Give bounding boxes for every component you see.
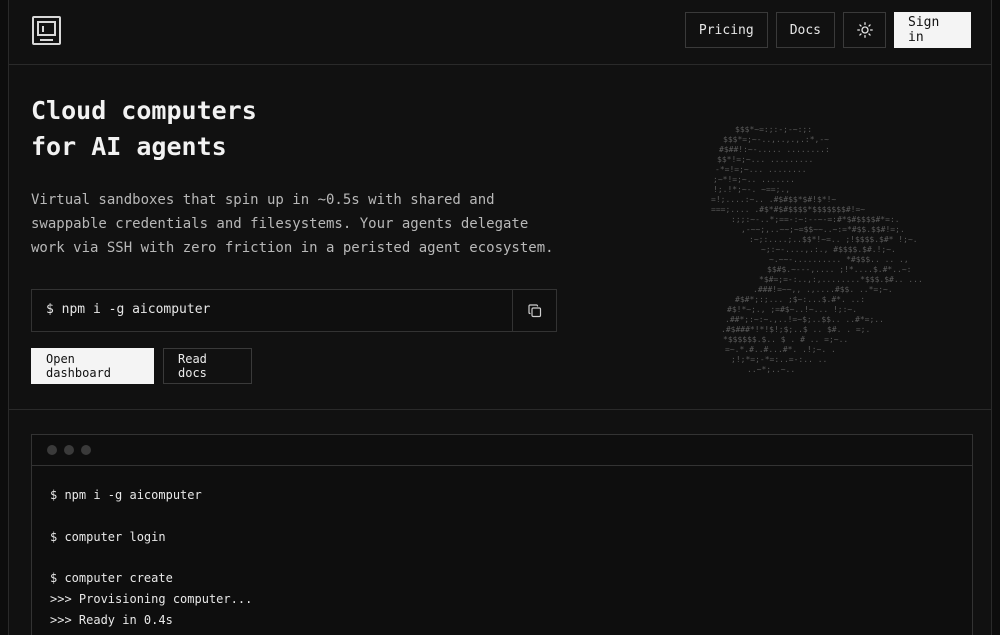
hero-title-line2: for AI agents [31,132,227,161]
svg-text:~.~~-.......... *#$$$..: ~.~~-.......... *#$$$.. .. ., [769,255,909,264]
svg-text::;;:~-..*;==-:~:--~-=:#*$#$$$$: :;;:~-..*;==-:~:--~-=:#*$#$$$$#*=:. [731,215,900,224]
copy-button[interactable] [512,290,556,331]
terminal-title-bar [32,435,972,466]
svg-text::~;:....;..$$*!~=.. ;!$$$$.: :~;:....;..$$*!~=.. ;!$$$$.$#* !;~. [749,235,918,244]
svg-text:.##*;:~:~.,..!=~$;..$$.. ..#*=: .##*;:~:~.,..!=~$;..$$.. ..#*=;.. [725,315,884,324]
hero-section: Cloud computers for AI agents Virtual sa… [9,65,991,410]
hero-subtitle-line1: Virtual sandboxes that spin up in ~0.5s … [31,192,495,208]
terminal-line-login: $ computer login [50,530,166,544]
svg-text:$$#$.~---,.... ;!*....$.: $$#$.~---,.... ;!*....$.#*..~: [767,265,912,274]
terminal-window: $ npm i -g aicomputer $ computer login $… [31,434,973,635]
svg-text:$$$*~=:;:-;-~:;:: $$$*~=:;:-;-~:;: [735,125,812,134]
window-dot-minimize [64,445,74,455]
svg-text:#$#*;:;... ;$~:...$.#*.: #$#*;:;... ;$~:...$.#*. ..: [735,295,865,304]
hero-subtitle-line3: work via SSH with zero friction in a per… [31,240,554,256]
page: Pricing Docs Sign in Cloud computers for… [0,0,1000,635]
svg-text:*$#=;=-:..,:,........*$$$.$#..: *$#=;=-:..,:,........*$$$.$#.. ... [759,275,923,284]
read-docs-button[interactable]: Read docs [163,348,252,384]
terminal-line-provisioning: >>> Provisioning computer... [50,592,253,606]
svg-text:*$$$$$$.$.. $ . # .. =;~..: *$$$$$$.$.. $ . # .. =;~.. [723,335,848,344]
hero-subtitle: Virtual sandboxes that spin up in ~0.5s … [31,188,591,260]
pricing-button[interactable]: Pricing [684,12,768,48]
logo-screen [37,21,56,36]
header: Pricing Docs Sign in [9,0,991,65]
hero-title: Cloud computers for AI agents [31,93,257,165]
install-command-text[interactable]: $ npm i -g aicomputer [46,302,210,317]
terminal-line-ready: >>> Ready in 0.4s [50,613,173,627]
ascii-globe-art: $$$*~=:;:-;-~:;: $$$*=;~-..,..,.,.:*,-~ … [711,125,923,374]
svg-text:=!;....:~.. .#$#$$*$#!$*!~: =!;....:~.. .#$#$$*$#!$*!~ [711,195,836,204]
hero-actions: Open dashboard Read docs [31,348,252,384]
sign-in-button[interactable]: Sign in [894,12,971,48]
logo-base [40,39,53,41]
copy-icon [527,303,541,317]
theme-toggle-button[interactable] [843,12,886,48]
terminal-line-create: $ computer create [50,571,173,585]
svg-text:.###!=~~,, .,....#$$. ..*: .###!=~~,, .,....#$$. ..*=;~. [753,285,893,294]
svg-text:#$!*~;., ;=#$~..!~... !: #$!*~;., ;=#$~..!~... !;:~. [727,305,857,314]
svg-text:;!;*=;-*=:..=-:.. ..: ;!;*=;-*=:..=-:.. .. [731,355,827,364]
svg-text:~;:~-....,.:., #$$$$.$#: ~;:~-....,.:., #$$$$.$#.!;~. [761,245,896,254]
svg-text:$$$*=;~-..,..,.,.:*,-~: $$$*=;~-..,..,.,.:*,-~ [723,135,829,144]
terminal-line-install: $ npm i -g aicomputer [50,488,202,502]
window-dot-close [47,445,57,455]
svg-text:===;.... .#$*#$#$$$$*$$$$$$$#: ===;.... .#$*#$#$$$$*$$$$$$$#!=~ [711,205,865,214]
window-dot-maximize [81,445,91,455]
svg-text:;~*!=;~.. .......: ;~*!=;~.. ....... [713,175,795,184]
top-nav: Pricing Docs Sign in [684,12,971,48]
svg-text:.#$###*!*!$!;$;..$ .. $#. .: .#$###*!*!$!;$;..$ .. $#. . =;. [721,325,870,334]
terminal-window-icon[interactable] [32,16,61,45]
svg-text:=~.*.#..#...#*. .!;~. .: =~.*.#..#...#*. .!;~. . [725,345,836,354]
install-command-box: $ npm i -g aicomputer [31,289,557,332]
svg-text:!;.!*;~-. ~==;.,: !;.!*;~-. ~==;., [713,185,790,194]
open-dashboard-button[interactable]: Open dashboard [31,348,154,384]
sun-icon [856,22,873,38]
svg-text:-*=!=;~... ........: -*=!=;~... ........ [715,165,807,174]
main-frame: Pricing Docs Sign in Cloud computers for… [8,0,992,635]
docs-button[interactable]: Docs [775,12,835,48]
logo-cursor [42,26,44,32]
svg-text:..~*;..~..: ..~*;..~.. [747,365,795,374]
hero-subtitle-line2: swappable credentials and filesystems. Y… [31,216,529,232]
hero-title-line1: Cloud computers [31,96,257,125]
svg-text:$$*!=;~... .........: $$*!=;~... ......... [717,155,813,164]
svg-text:,-~~;,..~~;~=$$~~..~:=*#$$.$$#: ,-~~;,..~~;~=$$~~..~:=*#$$.$$#!=;. [741,225,905,234]
svg-text:#$##!:~-..... ........:: #$##!:~-..... ........: [719,145,830,154]
